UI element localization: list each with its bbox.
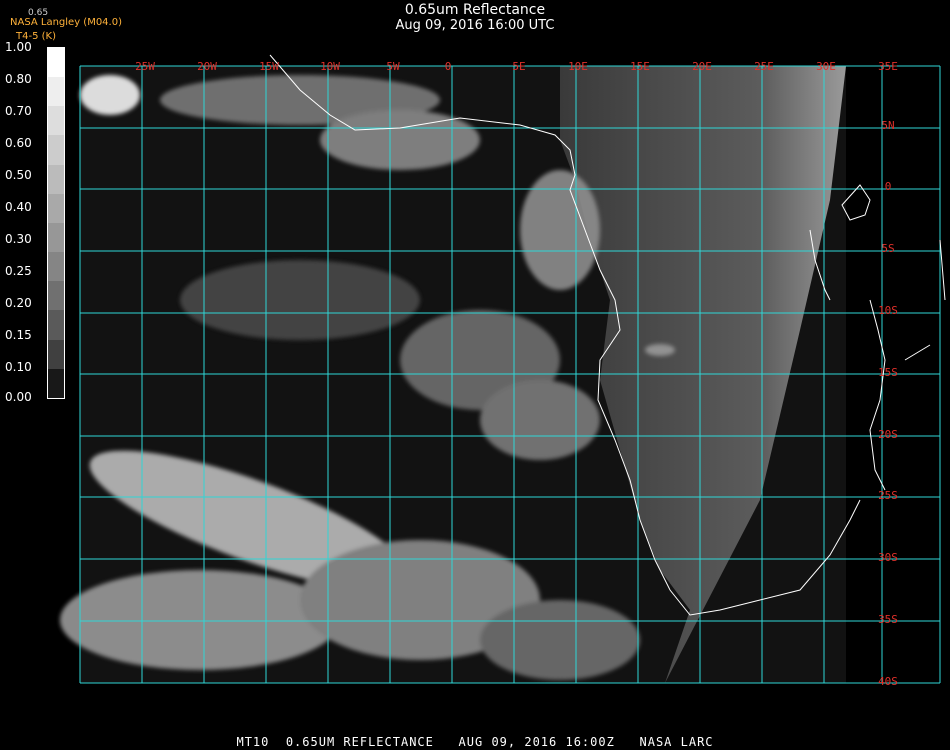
colorbar-label: 1.00 [5,40,32,54]
colorbar-segment [48,164,64,194]
longitude-label: 30E [816,60,836,73]
colorbar-segment [48,339,64,369]
image-title: 0.65um Reflectance [404,2,546,18]
colorbar-label: 0.80 [5,72,32,86]
colorbar-label: 0.20 [5,296,32,310]
colorbar-segment [48,368,64,398]
longitude-label: 20W [197,60,217,73]
latitude-label: 15S [878,366,898,379]
latitude-label: 30S [878,551,898,564]
longitude-label: 15E [630,60,650,73]
colorbar-segment [48,281,64,311]
latitude-label: 0 [885,180,892,193]
latitude-label: 20S [878,428,898,441]
longitude-label: 10W [320,60,340,73]
madagascar-coastline [841,184,871,221]
longitude-label: 5W [386,60,400,73]
satellite-map: 25W 20W 15W 10W 5W 0 5E 10E 15E 20E 25E 30E 35E 5N 0 5… [60,54,946,688]
colorbar-segment [48,193,64,223]
footer-caption: MT10 0.65UM REFLECTANCE AUG 09, 2016 16:… [236,735,714,749]
colorbar-segment [48,252,64,282]
colorbar-segment [48,310,64,340]
colorbar-label: 0.15 [5,328,32,342]
colorbar-segment [48,77,64,107]
colorbar-segment [48,106,64,136]
latitude-label: 5S [881,242,894,255]
longitude-label: 25E [754,60,774,73]
latitude-label: 35S [878,613,898,626]
colorbar-segment [48,222,64,253]
longitude-label: 20E [692,60,712,73]
colorbar-label: 0.30 [5,232,32,246]
colorbar-label: 0.10 [5,360,32,374]
latitude-label: 5N [881,119,894,132]
colorbar-segment [48,135,64,165]
longitude-label: 5E [512,60,525,73]
colorbar-segment [48,48,64,78]
reflectance-colorbar [47,47,65,399]
longitude-label: 0 [445,60,452,73]
colorbar-label: 0.60 [5,136,32,150]
longitude-label: 15W [259,60,279,73]
colorbar-label: 0.25 [5,264,32,278]
latitude-labels: 35E 5N 0 5S 10S 15S 20S 25S 30S 35S 40S [878,60,898,688]
colorbar-label: 0.70 [5,104,32,118]
colorbar-label: 0.40 [5,200,32,214]
colorbar-label: 0.50 [5,168,32,182]
longitude-label: 25W [135,60,155,73]
image-timestamp: Aug 09, 2016 16:00 UTC [395,18,555,33]
latitude-label: 10S [878,304,898,317]
longitude-label: 10E [568,60,588,73]
agency-credit: NASA Langley (M04.0) [10,17,122,28]
latitude-label: 40S [878,675,898,688]
latitude-label: 25S [878,489,898,502]
latitude-label: 35E [878,60,898,73]
colorbar-label: 0.00 [5,390,32,404]
